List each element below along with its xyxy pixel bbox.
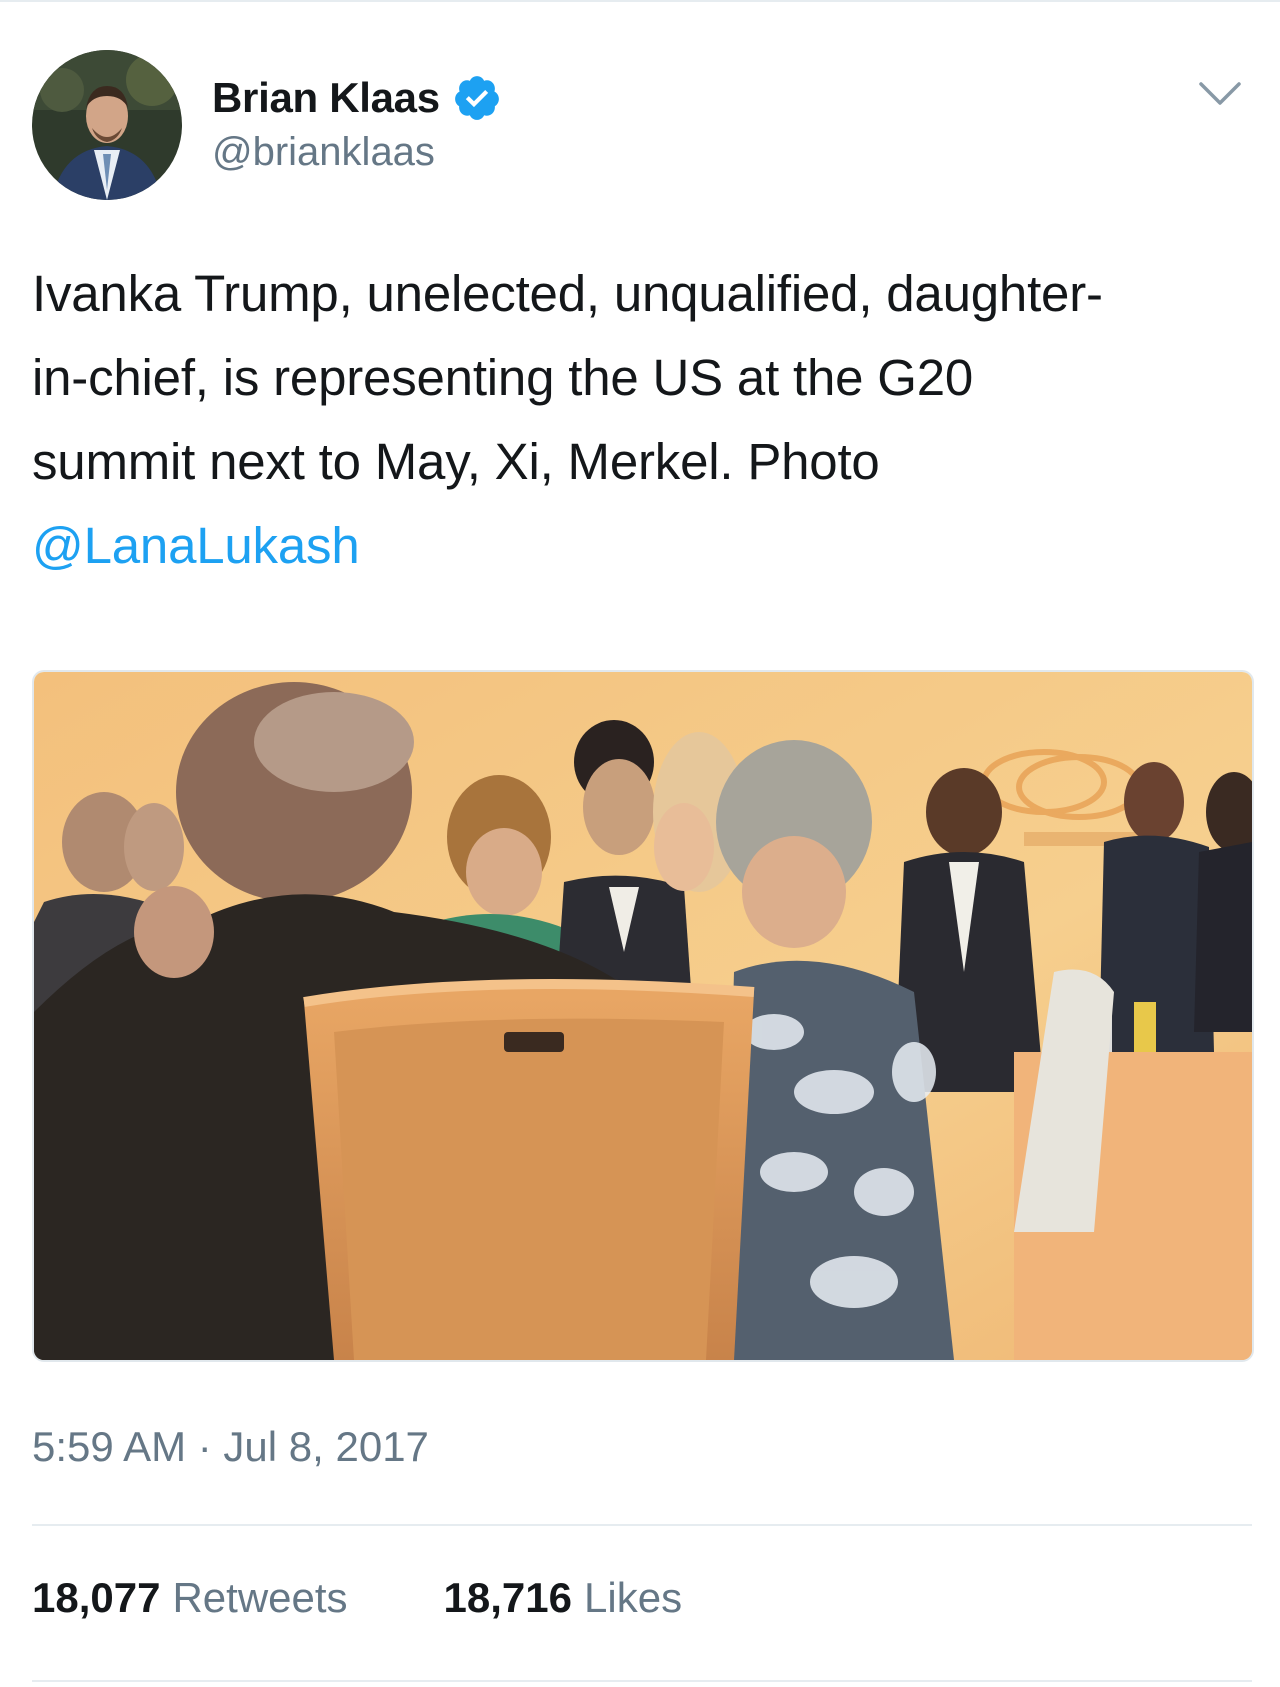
author-name-row: Brian Klaas [212,70,502,126]
retweets-label: Retweets [172,1574,348,1621]
tweet-text-line: summit next to May, Xi, Merkel. Photo [32,433,880,490]
tweet-photo[interactable] [32,670,1254,1362]
verified-badge-icon [452,73,502,123]
likes-stat[interactable]: 18,716 Likes [444,1574,683,1622]
tweet-text-line: in-chief, is representing the US at the … [32,349,974,406]
retweets-count: 18,077 [32,1574,161,1621]
mention-link[interactable]: @LanaLukash [32,517,360,574]
divider [32,1680,1252,1682]
avatar-image [32,50,182,200]
likes-label: Likes [584,1574,683,1621]
divider [32,1524,1252,1526]
photo-image [34,672,1252,1360]
top-divider [0,0,1280,2]
author-handle[interactable]: @brianklaas [212,130,435,175]
tweet-stats: 18,077 Retweets 18,716 Likes [32,1574,682,1622]
tweet-text-line: Ivanka Trump, unelected, unqualified, da… [32,265,1103,322]
chevron-down-icon [1199,82,1241,105]
retweets-stat[interactable]: 18,077 Retweets [32,1574,348,1622]
avatar[interactable] [32,50,182,200]
author-display-name[interactable]: Brian Klaas [212,74,440,122]
tweet-menu-button[interactable] [1194,74,1246,114]
tweet-text: Ivanka Trump, unelected, unqualified, da… [32,252,1257,588]
tweet-timestamp[interactable]: 5:59 AM · Jul 8, 2017 [32,1423,429,1471]
likes-count: 18,716 [443,1574,573,1621]
